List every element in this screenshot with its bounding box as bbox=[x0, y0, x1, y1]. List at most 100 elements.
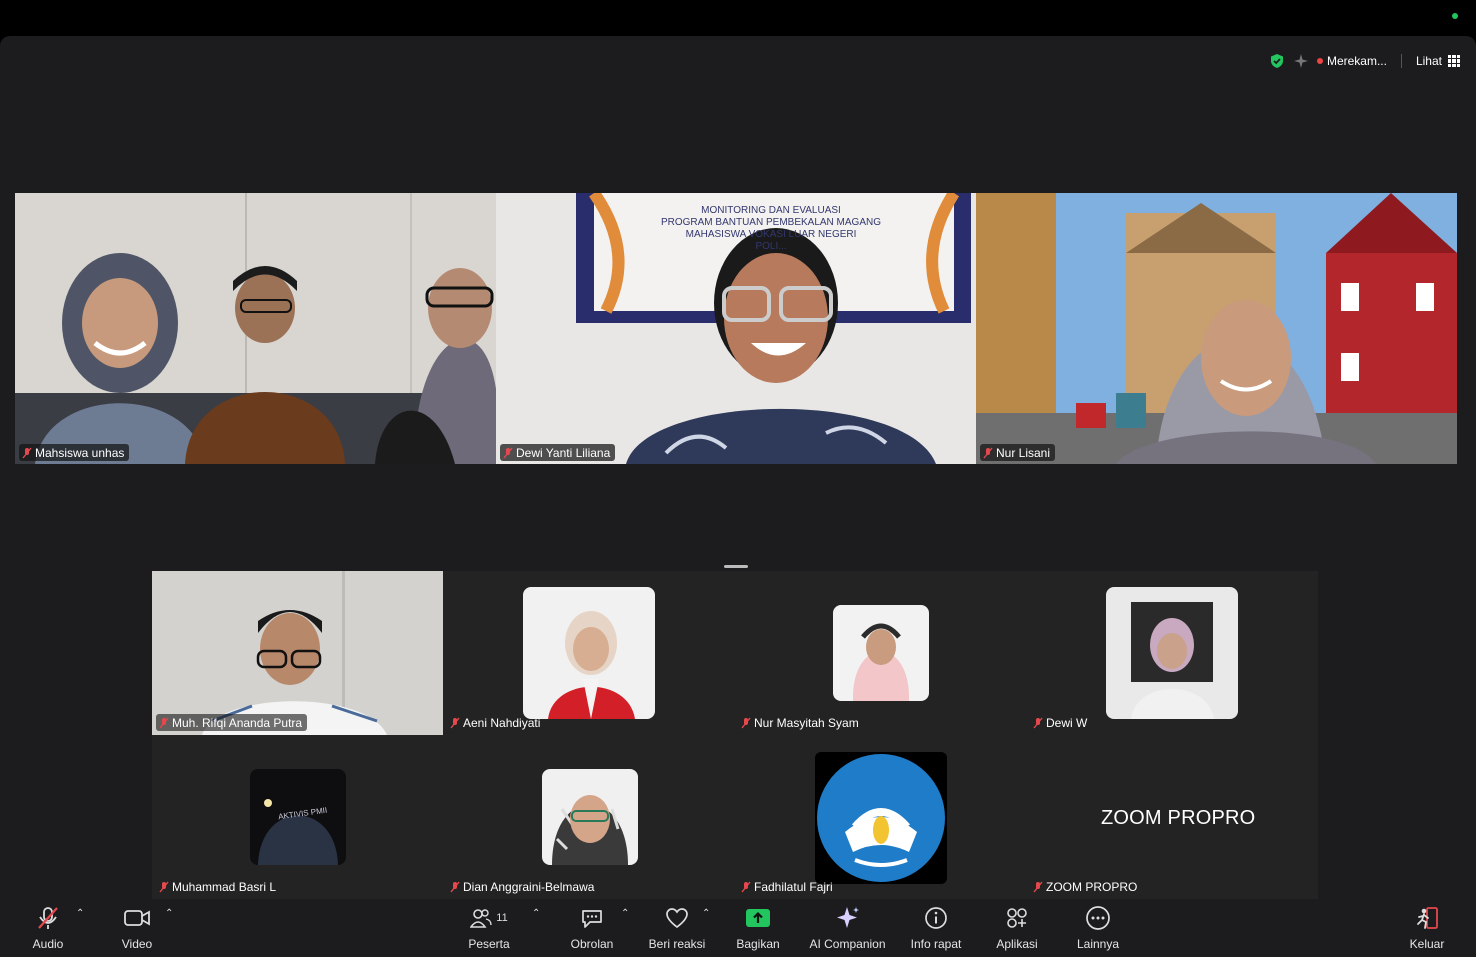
participant-tile-dewi-w[interactable]: Dewi W bbox=[1026, 571, 1317, 735]
avatar bbox=[542, 769, 638, 865]
participants-icon bbox=[470, 909, 492, 928]
grid-view-icon bbox=[1448, 55, 1460, 67]
ai-sparkle-icon[interactable] bbox=[1293, 53, 1309, 69]
apps-label: Aplikasi bbox=[996, 937, 1038, 951]
participant-name-tag: ZOOM PROPRO bbox=[1030, 878, 1142, 895]
share-screen-button[interactable]: Bagikan bbox=[730, 899, 786, 957]
ai-sparkle-icon bbox=[836, 907, 859, 928]
leave-button[interactable]: Keluar bbox=[1404, 899, 1450, 957]
video-feed-group bbox=[15, 193, 496, 464]
audio-button[interactable]: Audio bbox=[24, 899, 72, 957]
share-screen-icon bbox=[746, 909, 770, 927]
participant-name: Nur Lisani bbox=[996, 445, 1051, 460]
participant-name: Aeni Nahdiyati bbox=[463, 715, 541, 730]
video-tile-muh-rifqi[interactable]: Muh. Rifqi Ananda Putra bbox=[152, 571, 443, 735]
mic-muted-icon bbox=[159, 881, 169, 892]
camera-indicator bbox=[1452, 13, 1458, 19]
video-button[interactable]: Video bbox=[113, 899, 161, 957]
mic-muted-icon bbox=[450, 717, 460, 728]
participant-name: Dian Anggraini-Belmawa bbox=[463, 879, 595, 894]
participants-label: Peserta bbox=[468, 937, 510, 951]
participant-name-tag: Mahsiswa unhas bbox=[19, 444, 130, 461]
participants-count: 11 bbox=[496, 912, 508, 924]
chat-options-chevron-icon[interactable]: ⌃ bbox=[621, 908, 629, 919]
info-icon bbox=[925, 907, 947, 929]
avatar: AKTIVIS PMII bbox=[250, 769, 346, 865]
mic-muted-icon bbox=[38, 907, 58, 929]
participant-tile-zoom-propro[interactable]: ZOOM PROPRO ZOOM PROPRO bbox=[1026, 735, 1317, 899]
chat-label: Obrolan bbox=[570, 937, 614, 951]
divider bbox=[1400, 54, 1402, 68]
tut-wuri-handayani-logo bbox=[815, 752, 947, 884]
participant-tile-muhammad-basri[interactable]: AKTIVIS PMII Muhammad Basri L bbox=[152, 735, 443, 899]
avatar bbox=[1106, 587, 1238, 719]
audio-options-chevron-icon[interactable]: ⌃ bbox=[76, 908, 84, 919]
avatar bbox=[523, 587, 655, 719]
video-options-chevron-icon[interactable]: ⌃ bbox=[165, 908, 173, 919]
participants-options-chevron-icon[interactable]: ⌃ bbox=[532, 908, 540, 919]
participant-name-tag: Fadhilatul Fajri bbox=[738, 878, 838, 895]
mic-muted-icon bbox=[450, 881, 460, 892]
heart-icon bbox=[666, 908, 688, 929]
event-banner: MONITORING DAN EVALUASI PROGRAM BANTUAN … bbox=[646, 205, 896, 253]
banner-line: POLI... bbox=[755, 241, 787, 252]
chat-button[interactable]: Obrolan bbox=[562, 899, 622, 957]
mic-muted-icon bbox=[503, 447, 513, 458]
ai-companion-label: AI Companion bbox=[809, 937, 886, 951]
participant-name: Dewi W bbox=[1046, 715, 1088, 730]
mic-muted-icon bbox=[159, 717, 169, 728]
reactions-label: Beri reaksi bbox=[648, 937, 706, 951]
mic-muted-icon bbox=[1033, 881, 1043, 892]
video-tile-dewi-yanti-liliana[interactable]: MONITORING DAN EVALUASI PROGRAM BANTUAN … bbox=[496, 193, 976, 464]
participant-placeholder-name: ZOOM PROPRO bbox=[1101, 807, 1256, 829]
apps-button[interactable]: Aplikasi bbox=[990, 899, 1044, 957]
video-feed bbox=[152, 571, 443, 735]
participant-name-tag: Dewi Yanti Liliana bbox=[500, 444, 616, 461]
video-label: Video bbox=[121, 937, 153, 951]
banner-line: MAHASISWA VOKASI LUAR NEGERI bbox=[685, 229, 857, 240]
more-label: Lainnya bbox=[1076, 937, 1120, 951]
participant-tile-fadhilatul-fajri[interactable]: Fadhilatul Fajri bbox=[734, 735, 1025, 899]
participant-gallery: Muh. Rifqi Ananda Putra Aeni Nahdiyati N… bbox=[152, 571, 1318, 899]
reactions-options-chevron-icon[interactable]: ⌃ bbox=[702, 908, 710, 919]
avatar bbox=[833, 605, 929, 701]
status-bar: Merekam... Lihat bbox=[1269, 52, 1460, 70]
more-button[interactable]: Lainnya bbox=[1070, 899, 1126, 957]
encryption-shield-icon[interactable] bbox=[1269, 53, 1285, 69]
participant-tile-aeni[interactable]: Aeni Nahdiyati bbox=[443, 571, 734, 735]
mic-muted-icon bbox=[983, 447, 993, 458]
participants-button[interactable]: 11 Peserta bbox=[459, 899, 519, 957]
meeting-info-label: Info rapat bbox=[910, 937, 962, 951]
apps-icon bbox=[1007, 908, 1027, 928]
participant-name: Dewi Yanti Liliana bbox=[516, 445, 611, 460]
mic-muted-icon bbox=[741, 881, 751, 892]
mic-muted-icon bbox=[1033, 717, 1043, 728]
mic-muted-icon bbox=[741, 717, 751, 728]
ai-companion-button[interactable]: AI Companion bbox=[805, 899, 890, 957]
view-button[interactable]: Lihat bbox=[1416, 54, 1460, 68]
view-label: Lihat bbox=[1415, 54, 1442, 68]
audio-label: Audio bbox=[32, 937, 64, 951]
leave-icon bbox=[1417, 907, 1438, 929]
chat-bubble-icon bbox=[582, 910, 602, 928]
recording-indicator[interactable]: Merekam... bbox=[1316, 54, 1387, 68]
participant-name: Fadhilatul Fajri bbox=[754, 879, 833, 894]
participant-name: Mahsiswa unhas bbox=[35, 445, 125, 460]
banner-line: PROGRAM BANTUAN PEMBEKALAN MAGANG bbox=[660, 217, 882, 228]
participant-name: Nur Masyitah Syam bbox=[754, 715, 859, 730]
recording-label: Merekam... bbox=[1326, 54, 1387, 68]
meeting-info-button[interactable]: Info rapat bbox=[903, 899, 969, 957]
participant-name-tag: Aeni Nahdiyati bbox=[447, 714, 545, 731]
camera-icon bbox=[124, 910, 150, 926]
participant-tile-nur-masyitah[interactable]: Nur Masyitah Syam bbox=[734, 571, 1025, 735]
participant-name-tag: Muhammad Basri L bbox=[156, 878, 281, 895]
participant-name-tag: Muh. Rifqi Ananda Putra bbox=[156, 714, 308, 731]
resize-handle[interactable] bbox=[724, 565, 748, 568]
record-dot-icon bbox=[1316, 58, 1323, 64]
banner-line: MONITORING DAN EVALUASI bbox=[701, 205, 841, 216]
participant-tile-dian-anggraini[interactable]: Dian Anggraini-Belmawa bbox=[443, 735, 734, 899]
video-tile-nur-lisani[interactable]: Nur Lisani bbox=[976, 193, 1457, 464]
video-tile-mahsiswa-unhas[interactable]: Mahsiswa unhas bbox=[15, 193, 496, 464]
participant-name: Muh. Rifqi Ananda Putra bbox=[172, 715, 303, 730]
participant-name: Muhammad Basri L bbox=[172, 879, 277, 894]
